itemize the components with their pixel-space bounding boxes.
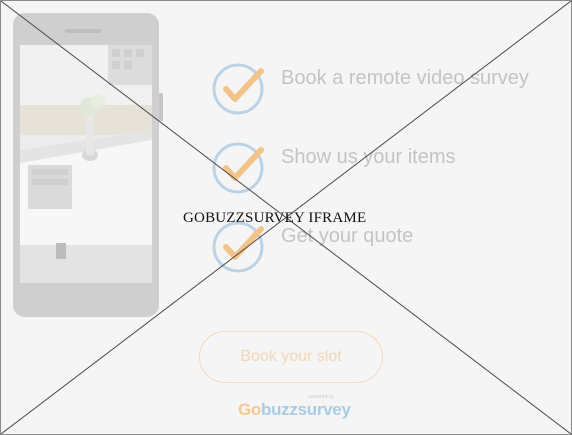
phone-screen-photo	[20, 45, 152, 283]
check-icon	[212, 221, 264, 273]
brand-survey: survey	[297, 400, 351, 419]
steps-list: Book a remote video survey Show us your …	[211, 61, 529, 298]
phone-mockup	[13, 13, 163, 317]
brand-wordmark: Gobuzzsurvey	[238, 400, 351, 420]
phone-speaker	[65, 29, 101, 33]
step-label: Get your quote	[281, 225, 414, 247]
gobuzzsurvey-logo: powered by Gobuzzsurvey	[238, 394, 351, 424]
book-slot-button[interactable]: Book your slot	[199, 331, 383, 383]
step-book-survey: Book a remote video survey	[211, 61, 529, 140]
phone-side-button	[159, 93, 163, 121]
brand-buzz: buzz	[261, 400, 298, 419]
iframe-placeholder: Book a remote video survey Show us your …	[0, 0, 572, 435]
check-icon	[212, 142, 264, 194]
step-get-quote: Get your quote	[211, 219, 529, 298]
iframe-placeholder-label: GOBUZZSURVEY IFRAME	[183, 210, 367, 226]
step-label: Book a remote video survey	[281, 67, 529, 89]
step-show-items: Show us your items	[211, 140, 529, 219]
brand-go: Go	[238, 400, 262, 419]
step-label: Show us your items	[281, 146, 456, 168]
living-room-photo	[20, 45, 152, 283]
check-icon	[212, 63, 264, 115]
